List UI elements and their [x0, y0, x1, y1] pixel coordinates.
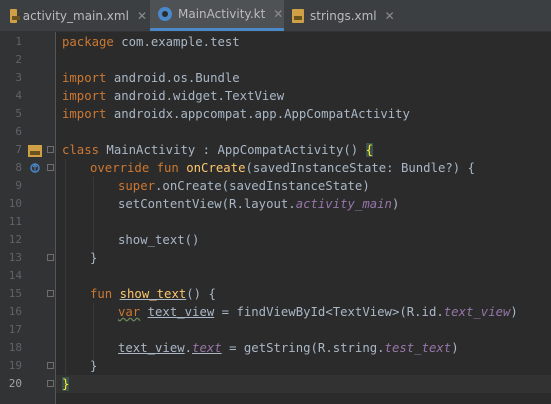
line-number: 12	[8, 233, 22, 246]
code-line-4: import android.widget.TextView	[62, 87, 284, 105]
tab-strings-xml[interactable]: strings.xml ✕	[286, 0, 406, 31]
code-text: MainActivity : AppCompatActivity()	[99, 143, 366, 157]
xml-file-icon	[292, 8, 304, 23]
code-line-13: }	[90, 249, 97, 267]
property-ref: text_view	[443, 305, 511, 319]
code-text: }	[90, 251, 98, 265]
code-text: android.widget.TextView	[106, 89, 285, 103]
kotlin-file-icon	[158, 7, 172, 21]
code-text: () {	[186, 287, 216, 301]
code-line-12: show_text()	[118, 231, 199, 249]
code-line-8: override fun onCreate(savedInstanceState…	[90, 159, 475, 177]
override-marker-icon[interactable]	[30, 163, 40, 173]
property-ref: activity_main	[295, 197, 392, 211]
close-icon[interactable]: ✕	[137, 9, 147, 23]
fold-marker[interactable]	[47, 254, 54, 261]
code-text: )	[451, 341, 459, 355]
code-text: = getString(R.string.	[221, 341, 385, 355]
keyword: fun	[90, 287, 113, 301]
keyword: class	[62, 143, 100, 157]
function-name: onCreate	[186, 161, 246, 175]
property-ref: test_text	[384, 341, 452, 355]
code-text: )	[391, 197, 400, 211]
line-number: 5	[15, 107, 22, 120]
code-line-20: }	[62, 375, 70, 393]
keyword: super	[118, 179, 156, 193]
code-text: .onCreate(savedInstanceState)	[155, 179, 370, 193]
fold-marker[interactable]	[47, 290, 54, 297]
code-line-19: }	[90, 357, 97, 375]
code-text: = findViewById<TextView>(R.id.	[214, 305, 444, 319]
variable-name: text_view	[118, 341, 185, 355]
tab-label: strings.xml	[310, 8, 377, 23]
line-number: 4	[15, 89, 22, 102]
tab-label: MainActivity.kt	[178, 7, 266, 21]
line-number: 2	[15, 53, 22, 66]
code-line-10: setContentView(R.layout.activity_main)	[118, 195, 399, 213]
variable-name: text_view	[147, 305, 215, 319]
close-icon[interactable]: ✕	[385, 9, 395, 23]
line-number: 9	[15, 179, 22, 192]
code-line-16: var text_view = findViewById<TextView>(R…	[118, 303, 518, 321]
current-line-highlight	[0, 375, 551, 393]
code-text: .	[184, 341, 193, 355]
fold-marker[interactable]	[47, 362, 54, 369]
code-text: )	[510, 305, 518, 319]
line-number: 7	[15, 143, 22, 156]
matched-brace: {	[365, 143, 373, 157]
code-line-7: class MainActivity : AppCompatActivity()…	[62, 141, 373, 159]
code-text: androidx.appcompat.app.AppCompatActivity	[106, 107, 410, 121]
line-number: 11	[8, 215, 22, 228]
code-line-9: super.onCreate(savedInstanceState)	[118, 177, 370, 195]
fold-marker[interactable]	[47, 164, 54, 171]
tab-mainactivity-kt[interactable]: MainActivity.kt ✕	[150, 0, 284, 31]
gutter-divider	[55, 32, 56, 404]
line-number: 1	[15, 35, 22, 48]
code-text: }	[90, 359, 98, 373]
indent-guide	[65, 159, 66, 375]
line-number: 13	[8, 251, 22, 264]
code-text: (savedInstanceState: Bundle?) {	[245, 161, 475, 175]
code-text: show_text()	[118, 233, 200, 247]
code-line-3: import android.os.Bundle	[62, 69, 240, 87]
xml-file-icon	[10, 8, 20, 23]
code-text: setContentView(R.layout.	[118, 197, 296, 211]
line-number: 15	[8, 287, 22, 300]
keyword: override fun	[90, 161, 179, 175]
line-number: 19	[8, 359, 22, 372]
close-icon[interactable]: ✕	[273, 7, 283, 21]
tab-label: activity_main.xml	[22, 8, 129, 23]
indent-guide	[93, 177, 94, 258]
property-ref: text	[192, 341, 222, 355]
line-number-current: 20	[8, 377, 22, 390]
xml-layout-icon[interactable]	[28, 145, 42, 157]
editor-tab-bar: activity_main.xml ✕ MainActivity.kt ✕ st…	[0, 0, 551, 32]
line-number: 17	[8, 323, 22, 336]
code-line-1: package com.example.test	[62, 33, 240, 51]
keyword: import	[62, 71, 107, 85]
code-line-15: fun show_text() {	[90, 285, 216, 303]
code-text: com.example.test	[113, 35, 240, 49]
keyword: import	[62, 89, 107, 103]
line-number: 16	[8, 305, 22, 318]
fold-marker[interactable]	[47, 146, 54, 153]
line-number: 10	[8, 197, 22, 210]
code-text: android.os.Bundle	[106, 71, 240, 85]
fold-marker[interactable]	[47, 380, 54, 387]
line-number: 3	[15, 71, 22, 84]
line-number: 18	[8, 341, 22, 354]
keyword: package	[62, 35, 114, 49]
keyword: import	[62, 107, 107, 121]
code-line-5: import androidx.appcompat.app.AppCompatA…	[62, 105, 410, 123]
tab-activity-main-xml[interactable]: activity_main.xml ✕	[4, 0, 147, 31]
line-number: 8	[15, 161, 22, 174]
keyword: var	[118, 305, 141, 319]
function-name: show_text	[119, 287, 187, 301]
line-number: 14	[8, 269, 22, 282]
line-number: 6	[15, 125, 22, 138]
matched-brace: }	[62, 377, 70, 391]
code-line-18: text_view.text = getString(R.string.test…	[118, 339, 459, 357]
